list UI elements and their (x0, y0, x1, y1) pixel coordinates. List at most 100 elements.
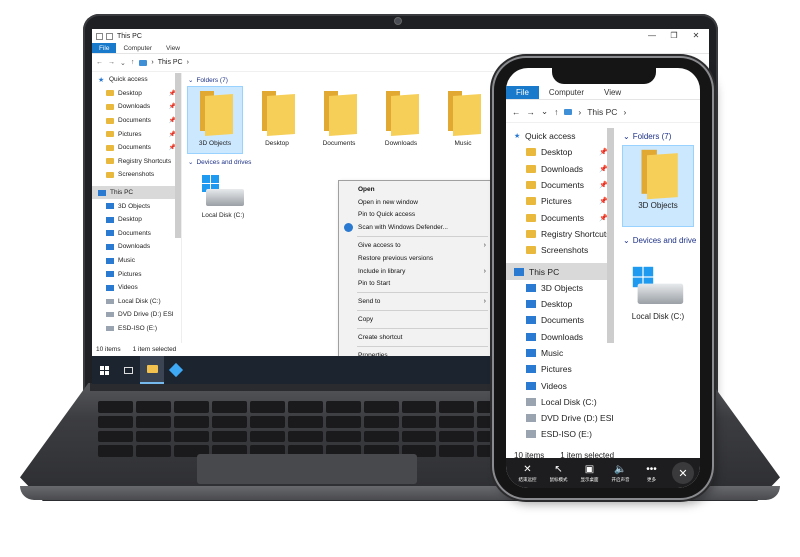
menu-item-open-new-window[interactable]: Open in new window (339, 196, 492, 209)
folder-tile-documents[interactable]: Documents (312, 87, 366, 153)
tab-view[interactable]: View (594, 86, 631, 99)
folder-tile-downloads[interactable]: Downloads (374, 87, 428, 153)
address-text[interactable]: This PC (587, 107, 617, 117)
sidebar-item-pictures[interactable]: Pictures (92, 267, 181, 281)
sidebar-item-desktop[interactable]: Desktop (92, 213, 181, 227)
address-path[interactable]: › This PC › (139, 59, 189, 66)
maximize-button[interactable]: ❐ (663, 29, 685, 43)
minimize-button[interactable]: — (641, 29, 663, 43)
tab-view[interactable]: View (159, 43, 187, 53)
remote-toolbar: ✕ 结束远控 ↖ 鼠标模式 ▣ 显示桌面 🔈 开启声音 ••• 更多 ✕ (506, 458, 700, 488)
sidebar-item-esd-iso-e[interactable]: ESD-ISO (E:) (92, 322, 181, 336)
toolbar-button-speaker[interactable]: 🔈 开启声音 (605, 464, 636, 483)
toolbar-button-desktop[interactable]: ▣ 显示桌面 (574, 464, 605, 483)
forward-icon[interactable]: → (108, 59, 115, 66)
sidebar-item-local-disk-c[interactable]: Local Disk (C:) (92, 295, 181, 309)
up-icon[interactable]: ↑ (554, 107, 558, 117)
this-pc-icon (564, 108, 573, 115)
sidebar-item-videos[interactable]: Videos (506, 377, 614, 393)
menu-item-create-shortcut[interactable]: Create shortcut (339, 331, 492, 344)
back-icon[interactable]: ← (512, 107, 521, 117)
window-titlebar[interactable]: This PC — ❐ ✕ (92, 29, 709, 43)
sidebar-item-quick-access[interactable]: ★ Quick access (506, 128, 614, 144)
nav-scrollbar[interactable] (175, 73, 181, 238)
sidebar-item-pictures[interactable]: Pictures (506, 361, 614, 377)
folder-tile-music[interactable]: Music (436, 87, 490, 153)
taskbar-app[interactable] (164, 356, 188, 384)
sidebar-item-screenshots[interactable]: Screenshots (92, 168, 181, 182)
sidebar-item-documents[interactable]: Documents 📌 (92, 141, 181, 155)
menu-item-pin-quick-access[interactable]: Pin to Quick access (339, 209, 492, 222)
sidebar-item-downloads[interactable]: Downloads (92, 240, 181, 254)
sidebar-item-quick-access[interactable]: ★ Quick access (92, 73, 181, 87)
sidebar-item-desktop[interactable]: Desktop (506, 296, 614, 312)
sidebar-item-downloads[interactable]: Downloads 📌 (92, 100, 181, 114)
drive-tile-c[interactable]: Local Disk (C:) (623, 266, 693, 321)
sidebar-item-downloads[interactable]: Downloads (506, 329, 614, 345)
sidebar-item-desktop[interactable]: Desktop 📌 (92, 87, 181, 101)
sidebar-item-downloads[interactable]: Downloads 📌 (506, 161, 614, 177)
sidebar-item-3d-objects[interactable]: 3D Objects (92, 199, 181, 213)
nav-scrollbar[interactable] (607, 128, 614, 343)
sidebar-item-registry-shortcuts[interactable]: Registry Shortcuts (506, 226, 614, 242)
drive-tile-c[interactable]: Local Disk (C:) (188, 175, 258, 219)
collapse-toolbar-button[interactable]: ✕ (672, 462, 694, 484)
sidebar-item-esd-iso-e[interactable]: ESD-ISO (E:) (506, 426, 614, 442)
sidebar-item-this-pc[interactable]: This PC (506, 263, 614, 280)
tab-computer[interactable]: Computer (116, 43, 159, 53)
menu-item-scan-defender[interactable]: Scan with Windows Defender... (339, 221, 492, 234)
folder-icon (106, 257, 114, 264)
menu-item-give-access[interactable]: Give access to › (339, 239, 492, 252)
sidebar-item-this-pc[interactable]: This PC (92, 185, 181, 200)
back-icon[interactable]: ← (96, 59, 103, 66)
sidebar-item-documents[interactable]: Documents 📌 (506, 209, 614, 225)
folder-tile-desktop[interactable]: Desktop (250, 87, 304, 153)
tab-file[interactable]: File (92, 43, 117, 53)
sidebar-item-label: Documents (541, 315, 584, 326)
sidebar-item-documents[interactable]: Documents 📌 (506, 177, 614, 193)
menu-item-open[interactable]: Open (339, 183, 492, 196)
menu-item-pin-start[interactable]: Pin to Start (339, 278, 492, 291)
start-button[interactable] (92, 356, 116, 384)
tab-computer[interactable]: Computer (539, 86, 594, 99)
sidebar-item-screenshots[interactable]: Screenshots (506, 242, 614, 258)
sidebar-item-dvd-drive-d-esi[interactable]: DVD Drive (D:) ESI (92, 308, 181, 322)
sidebar-item-label: DVD Drive (D:) ESI (118, 311, 174, 319)
chevron-down-icon[interactable]: ⌄ (541, 106, 548, 117)
properties-icon[interactable] (96, 32, 103, 40)
menu-item-send-to[interactable]: Send to › (339, 295, 492, 308)
chevron-down-icon[interactable]: ⌄ (120, 59, 126, 67)
task-view-button[interactable] (116, 356, 140, 384)
sidebar-item-music[interactable]: Music (92, 254, 181, 268)
taskbar-file-explorer[interactable] (140, 356, 164, 384)
menu-item-include-library[interactable]: Include in library › (339, 265, 492, 278)
toolbar-button-more[interactable]: ••• 更多 (636, 464, 667, 483)
sidebar-item-music[interactable]: Music (506, 345, 614, 361)
sidebar-item-registry-shortcuts[interactable]: Registry Shortcuts (92, 155, 181, 169)
menu-item-restore-versions[interactable]: Restore previous versions (339, 252, 492, 265)
sidebar-item-local-disk-c[interactable]: Local Disk (C:) (506, 394, 614, 410)
sidebar-item-pictures[interactable]: Pictures 📌 (92, 127, 181, 141)
new-folder-icon[interactable] (106, 32, 113, 40)
sidebar-item-videos[interactable]: Videos (92, 281, 181, 295)
tab-file[interactable]: File (506, 86, 539, 99)
sidebar-item-documents[interactable]: Documents 📌 (92, 114, 181, 128)
sidebar-item-dvd-drive-d-esi[interactable]: DVD Drive (D:) ESI (506, 410, 614, 426)
menu-item-copy[interactable]: Copy (339, 313, 492, 326)
sidebar-item-documents[interactable]: Documents (92, 227, 181, 241)
toolbar-button-cursor[interactable]: ↖ 鼠标模式 (543, 464, 574, 483)
folder-tile-3d-objects[interactable]: 3D Objects (622, 145, 694, 227)
keyboard-key (173, 430, 209, 443)
sidebar-item-pictures[interactable]: Pictures 📌 (506, 193, 614, 209)
up-icon[interactable]: ↑ (131, 59, 135, 66)
folder-tile-3d-objects[interactable]: 3D Objects (187, 86, 243, 154)
sidebar-item-label: 3D Objects (118, 202, 151, 210)
sidebar-item-desktop[interactable]: Desktop 📌 (506, 144, 614, 160)
folders-group-header[interactable]: ⌄ Folders (7) (623, 128, 700, 144)
forward-icon[interactable]: → (527, 107, 536, 117)
sidebar-item-3d-objects[interactable]: 3D Objects (506, 280, 614, 296)
sidebar-item-documents[interactable]: Documents (506, 312, 614, 328)
toolbar-button-close[interactable]: ✕ 结束远控 (512, 464, 543, 483)
close-button[interactable]: ✕ (685, 29, 707, 43)
devices-group-header[interactable]: ⌄ Devices and drive (623, 232, 700, 248)
